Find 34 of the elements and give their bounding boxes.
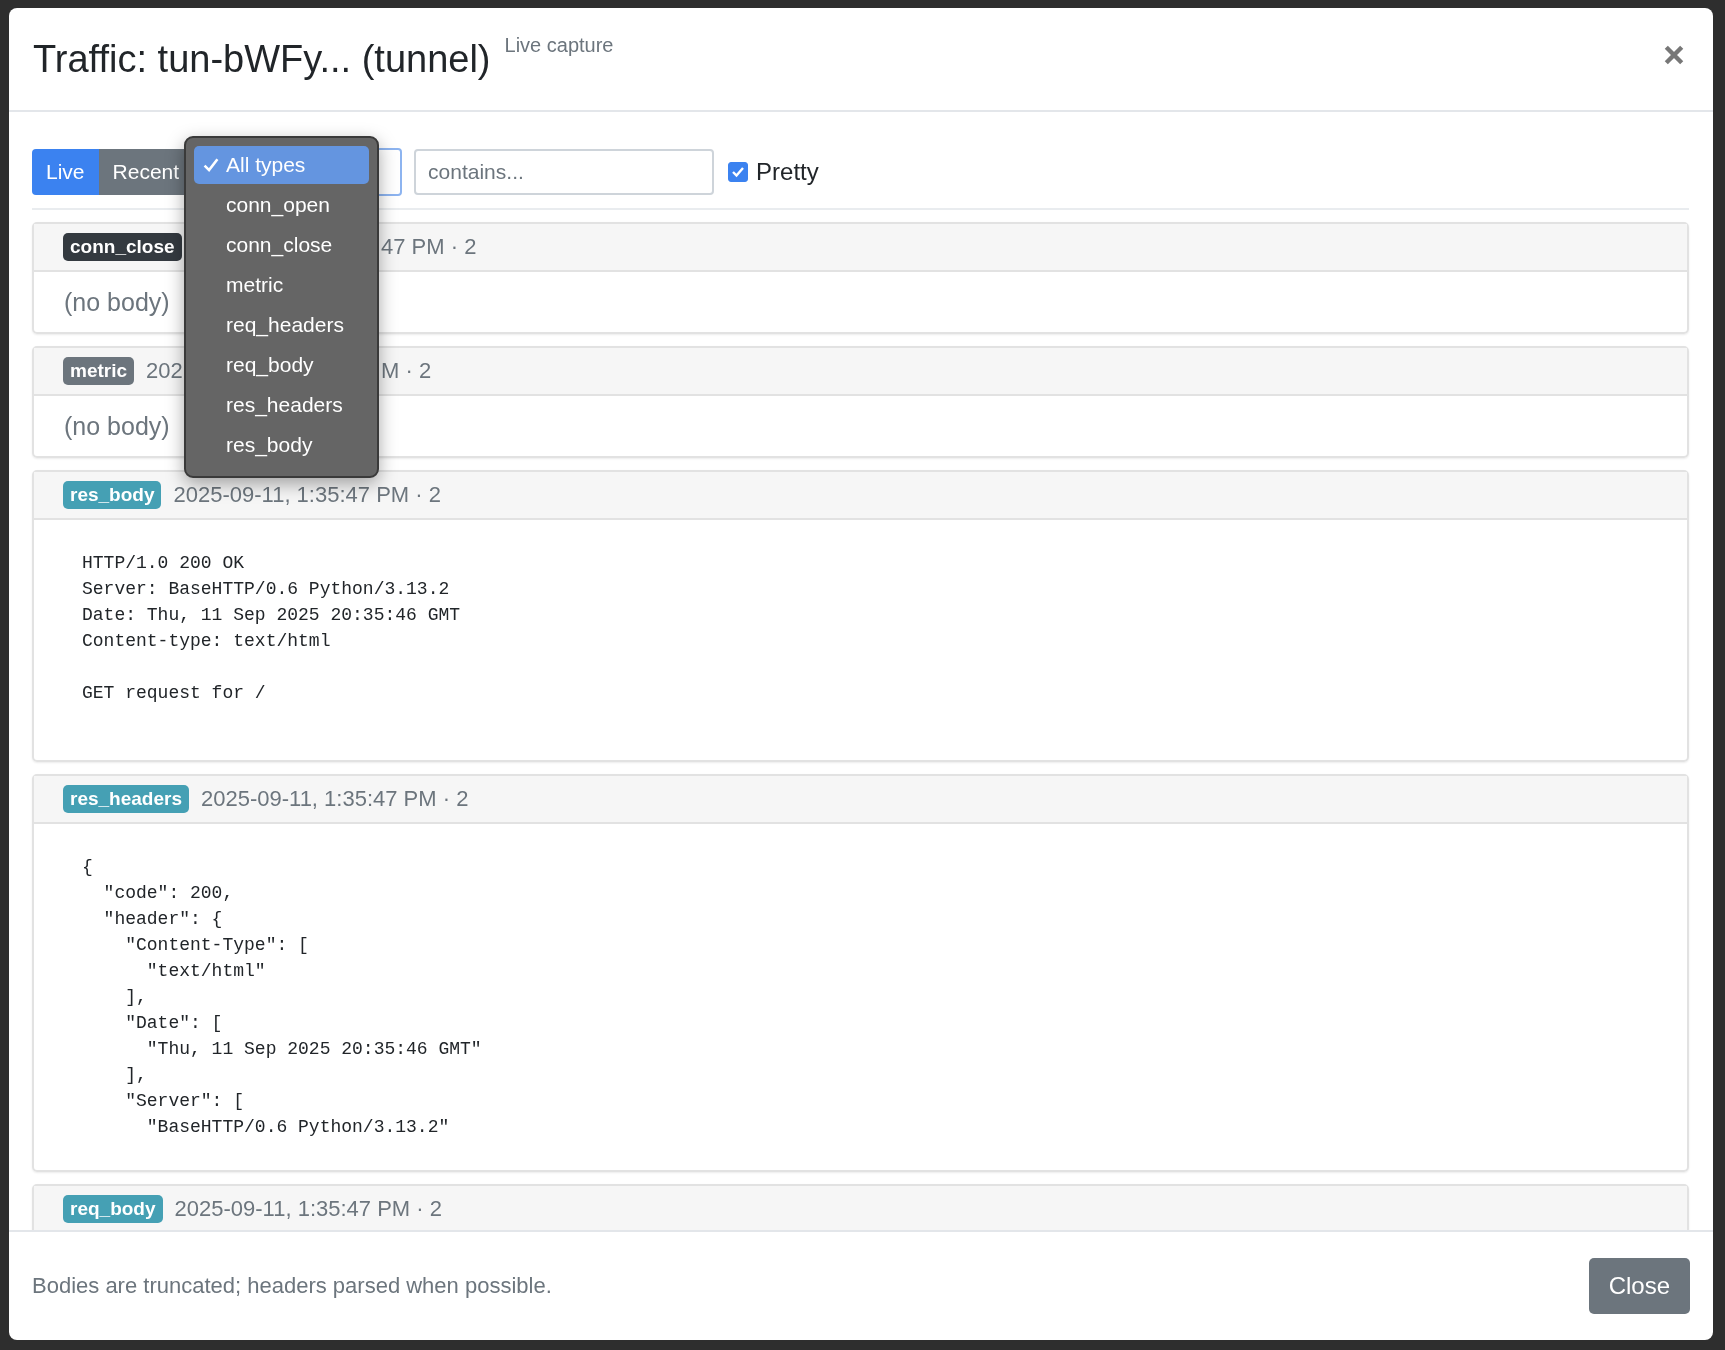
empty-body-text: (no body) [64, 412, 170, 441]
event-header[interactable]: res_headers 2025-09-11, 1:35:47 PM · 2 [34, 776, 1687, 824]
empty-body-text: (no body) [64, 288, 170, 317]
event-type-badge: res_body [63, 481, 162, 509]
check-icon [731, 165, 746, 179]
menu-item[interactable]: conn_close [194, 226, 369, 264]
event-type-badge: req_body [63, 1195, 163, 1223]
event-body-code: HTTP/1.0 200 OK Server: BaseHTTP/0.6 Python/3.13.2 Date: Thu, 11 Sep 2025 20:35:46 GMT Content-type: text/html GET request for / [82, 552, 461, 705]
event-type-badge: conn_close [63, 233, 182, 261]
event-timestamp: 202 [146, 358, 183, 384]
footer-note: Bodies are truncated; headers parsed when possible. [32, 1273, 552, 1299]
menu-item[interactable]: req_body [194, 346, 369, 384]
event-type-badge: metric [63, 357, 135, 385]
event-timestamp: 2025-09-11, 1:35:47 PM · 2 [200, 786, 469, 812]
event-timestamp: 2025-09-11, 1:35:47 PM · 2 [173, 482, 441, 508]
event-header[interactable]: req_body 2025-09-11, 1:35:47 PM · 2 [34, 1186, 1687, 1230]
menu-item[interactable]: conn_open [194, 186, 369, 224]
event-timestamp: 2025-09-11, 1:35:47 PM · 2 [174, 1196, 442, 1222]
pretty-label: Pretty [756, 158, 819, 186]
event-timestamp: M · 2 [381, 358, 432, 384]
pretty-checkbox[interactable] [728, 162, 749, 182]
dialog-title: Traffic: tun-bWFy... (tunnel) [33, 38, 491, 81]
check-icon [202, 156, 220, 174]
mode-button[interactable]: Live [32, 149, 99, 195]
event-type-badge: res_headers [63, 785, 189, 813]
menu-item[interactable]: res_body [194, 426, 369, 464]
close-button[interactable]: Close [1588, 1258, 1690, 1314]
dialog-subtitle: Live capture [504, 34, 614, 57]
event-body-code: { "code": 200, "header": { "Content-Type": [ "text/html" ], "Date": [ "Thu, 11 Sep 2025 20:35:46 GMT" ], "Server": [ "BaseHTTP/0.6 Python/3.13.2" [82, 856, 482, 1139]
event-timestamp: 47 PM · 2 [381, 234, 477, 260]
menu-item[interactable]: req_headers [194, 306, 369, 344]
menu-item[interactable]: All types [194, 146, 369, 184]
search-field[interactable]: contains... [414, 149, 715, 195]
event-header[interactable]: res_body 2025-09-11, 1:35:47 PM · 2 [34, 472, 1687, 520]
